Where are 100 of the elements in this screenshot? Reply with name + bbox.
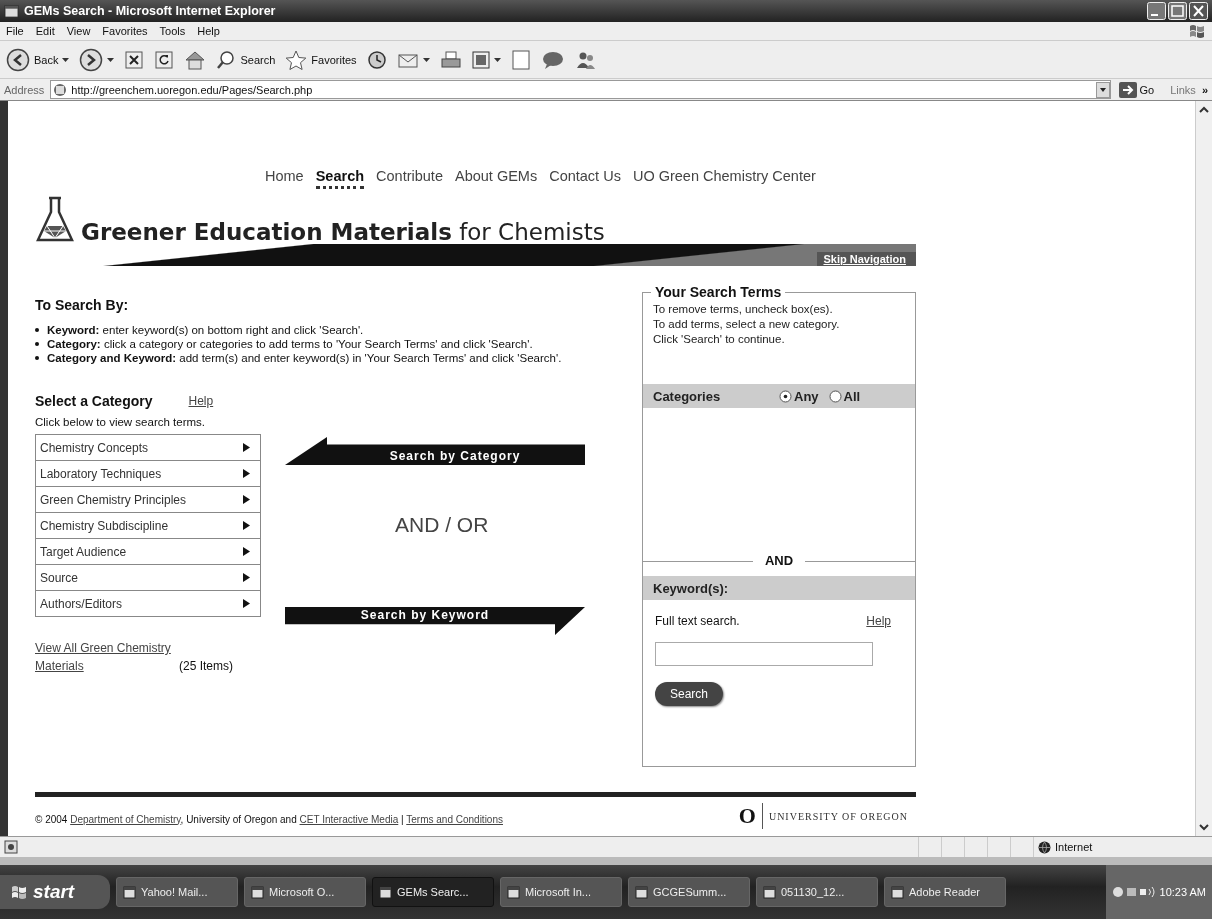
nav-link[interactable]: About GEMs: [454, 168, 538, 186]
toolbar-button[interactable]: Back: [4, 45, 72, 74]
taskbar-item[interactable]: Microsoft O...: [244, 877, 366, 907]
expand-arrow-icon: [243, 469, 250, 478]
back-icon: [6, 47, 30, 72]
match-radio[interactable]: Any: [779, 388, 819, 404]
app-icon: [379, 885, 392, 899]
app-icon: [763, 885, 776, 899]
windows-logo-icon: [10, 884, 28, 900]
taskbar-item[interactable]: GEMs Searc...: [372, 877, 494, 907]
keyword-label: Keyword(s):: [653, 580, 729, 596]
menu-item[interactable]: Edit: [35, 25, 55, 37]
security-zone: Internet: [1033, 837, 1208, 857]
taskbar-item[interactable]: Adobe Reader: [884, 877, 1006, 907]
nav-link[interactable]: Home: [265, 168, 304, 186]
note-text: To add terms, select a new category.: [653, 317, 841, 332]
view-all-link[interactable]: View All Green Chemistry Materials: [35, 639, 175, 675]
window-title: GEMs Search - Microsoft Internet Explorer: [24, 4, 277, 18]
nav-link[interactable]: Contribute: [376, 168, 443, 186]
scrollbar[interactable]: [1195, 101, 1212, 836]
address-label: Address: [4, 83, 45, 96]
menu-item[interactable]: Favorites: [102, 25, 148, 37]
bullet-icon: [35, 328, 39, 332]
app-icon: [635, 885, 648, 899]
clock-icon: [366, 49, 387, 70]
windows-logo-icon: [1188, 23, 1206, 39]
more-links-button[interactable]: »: [1201, 83, 1208, 96]
menu-item[interactable]: File: [6, 25, 24, 37]
category-item[interactable]: Target Audience: [36, 539, 260, 565]
category-item[interactable]: Chemistry Concepts: [36, 435, 260, 461]
expand-arrow-icon: [243, 521, 250, 530]
clock: 10:23 AM: [1159, 886, 1206, 898]
note-text: To remove terms, uncheck box(es).: [653, 302, 834, 317]
expand-arrow-icon: [243, 495, 250, 504]
toolbar-button[interactable]: Favorites: [283, 47, 359, 72]
expand-arrow-icon: [243, 573, 250, 582]
speech-bubble-icon: [540, 49, 565, 70]
section-heading: Select a Category: [35, 393, 153, 409]
links-button[interactable]: Links: [1170, 83, 1196, 96]
hint-text: Click below to view search terms.: [35, 416, 206, 428]
category-item[interactable]: Chemistry Subdiscipline: [36, 513, 260, 539]
taskbar-item[interactable]: Microsoft In...: [500, 877, 622, 907]
minimize-icon[interactable]: [1147, 2, 1166, 20]
taskbar-item[interactable]: 051130_12...: [756, 877, 878, 907]
app-icon: [123, 885, 136, 899]
university-logo-mark: O: [738, 803, 763, 829]
blank-page-icon: [510, 48, 531, 71]
app-icon: [251, 885, 264, 899]
category-item[interactable]: Authors/Editors: [36, 591, 260, 616]
categories-label: Categories: [653, 388, 722, 404]
dropdown-icon[interactable]: [1095, 81, 1110, 98]
view-all-text: View All Green Chemistry Materials (25 Items): [35, 639, 234, 675]
skip-navigation-link[interactable]: Skip Navigation: [817, 252, 916, 266]
globe-icon: [1038, 840, 1051, 854]
nav-link[interactable]: Search: [315, 168, 365, 189]
address-field[interactable]: http://greenchem.uoregon.edu/Pages/Search.php: [50, 80, 1111, 99]
go-button[interactable]: Go: [1116, 81, 1165, 98]
university-name: UNIVERSITY OF OREGON: [768, 810, 908, 822]
terms-link[interactable]: Terms and Conditions: [406, 813, 503, 825]
category-item[interactable]: Green Chemistry Principles: [36, 487, 260, 513]
instruction-item: Category and Keyword: add term(s) and enter keyword(s) in 'Your Search Terms' and click 'Search'.: [47, 351, 562, 365]
star-icon: [285, 49, 308, 70]
note-text: Click 'Search' to continue.: [653, 332, 786, 347]
search-button[interactable]: Search: [655, 682, 723, 706]
bullet-icon: [35, 356, 39, 360]
help-link[interactable]: Help: [866, 614, 891, 628]
match-radio[interactable]: All: [828, 388, 861, 404]
app-icon: [507, 885, 520, 899]
home-icon: [184, 49, 207, 70]
taskbar-item[interactable]: Yahoo! Mail...: [116, 877, 238, 907]
nav-link[interactable]: Contact Us: [549, 168, 621, 186]
forward-icon: [79, 47, 104, 72]
caret-icon: [422, 57, 430, 62]
menu-item[interactable]: Tools: [159, 25, 186, 37]
keyword-field[interactable]: [655, 642, 873, 666]
instruction-item: Category: click a category or categories to add terms to 'Your Search Terms' and click 'Search'.: [47, 337, 533, 351]
cet-link[interactable]: CET Interactive Media: [299, 813, 399, 825]
maximize-icon[interactable]: [1168, 2, 1187, 20]
page-icon: [53, 82, 68, 97]
nav-link[interactable]: UO Green Chemistry Center: [632, 168, 816, 186]
app-icon: [891, 885, 904, 899]
department-link[interactable]: Department of Chemistry: [70, 813, 181, 825]
menu-item[interactable]: View: [66, 25, 91, 37]
menu-item[interactable]: Help: [197, 25, 220, 37]
close-icon[interactable]: [1189, 2, 1208, 20]
instruction-item: Keyword: enter keyword(s) on bottom right and click 'Search'.: [47, 323, 364, 337]
category-item[interactable]: Source: [36, 565, 260, 591]
printer-icon: [439, 49, 462, 70]
expand-arrow-icon: [243, 443, 250, 452]
refresh-icon: [154, 49, 175, 70]
caret-icon: [493, 57, 501, 62]
full-text-label: Full text search.: [655, 614, 740, 628]
toolbar-button[interactable]: Search: [214, 47, 278, 72]
caret-icon: [107, 57, 115, 62]
taskbar-item[interactable]: GCGESumm...: [628, 877, 750, 907]
section-heading: To Search By:: [35, 297, 130, 313]
search-icon: [216, 49, 237, 70]
category-item[interactable]: Laboratory Techniques: [36, 461, 260, 487]
help-link[interactable]: Help: [188, 394, 214, 408]
start-button[interactable]: start: [0, 875, 110, 909]
